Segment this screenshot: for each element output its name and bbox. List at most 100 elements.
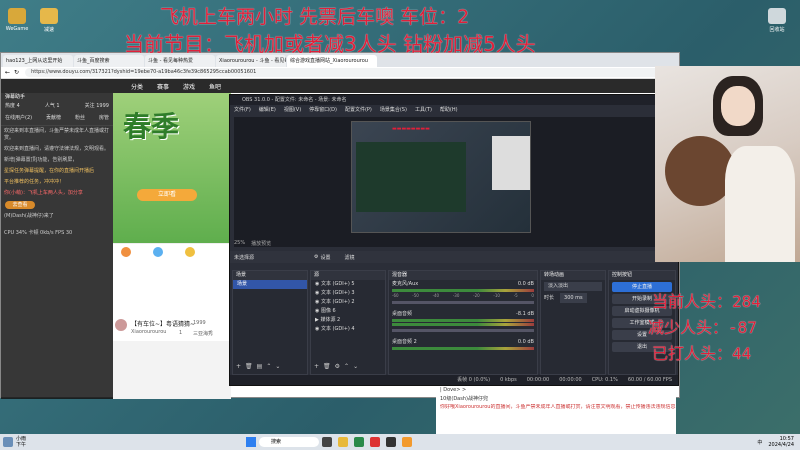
transition-select[interactable]: 淡入淡出 [544,282,602,291]
obs-app-icon[interactable] [386,437,397,447]
nav-item[interactable]: 鱼吧 [209,82,221,91]
source-item[interactable]: ◉ 文本 (GDI+) 3 [311,289,385,298]
preview-footer: 25% 播放预览 [234,240,314,247]
menu-item[interactable]: 编辑(E) [259,105,276,115]
desktop-icon-wegame[interactable]: WeGame [2,8,32,32]
score-value: 1 [179,330,183,336]
gear-icon[interactable]: ⚙ [314,254,318,260]
preview-overlay-text: ▬▬▬▬▬▬▬▬ [392,126,430,132]
weather-icon[interactable] [3,437,13,447]
source-item[interactable]: ◉ 文本 (GDI+) 4 [311,325,385,334]
chat-message: (M)Dash(战神仔)来了 [4,213,54,219]
nav-item[interactable]: 游戏 [183,82,195,91]
add-icon[interactable]: + [314,363,323,370]
chat-message: 你(小萌)：飞机上车两人头，加分享 [4,190,83,196]
channel-db: 0.0 dB [517,281,534,287]
up-icon[interactable]: ⌃ [266,363,275,370]
nav-item[interactable]: 分类 [131,82,143,91]
source-filters-button[interactable]: 滤镜 [345,254,355,261]
volume-slider[interactable] [392,301,534,304]
up-icon[interactable]: ⌃ [344,363,353,370]
trash-icon[interactable]: 🗑 [323,363,335,370]
menu-item[interactable]: 帮助(H) [440,105,458,115]
preview-canvas[interactable]: ▬▬▬▬▬▬▬▬ [351,121,531,233]
reload-icon[interactable]: ↻ [14,69,19,76]
source-item[interactable]: ◉ 文本 (GDI+) 2 [311,298,385,307]
taskbar-search[interactable]: 搜索 [259,437,320,447]
panel-tab[interactable]: 贡献榜 [46,114,61,121]
source-item[interactable]: ◉ 图像 6 [311,307,385,316]
stream-time: 00:00:00 [526,377,550,383]
down-icon[interactable]: ⌄ [353,363,362,370]
desktop-icon-folder[interactable]: 减速 [34,8,64,33]
no-source-label: 未选择源 [234,254,255,261]
file-explorer-icon[interactable] [338,437,349,447]
clock-date: 2024/4/24 [768,442,794,448]
location-tag: 三亚海秀 [193,331,214,337]
windows-start-icon[interactable] [246,437,257,447]
down-icon[interactable]: ⌄ [275,363,284,370]
stream-title: 【有车位~】粤语猜猜~ [131,321,196,328]
source-label: 图像 6 [320,308,336,314]
menu-item[interactable]: 工具(T) [415,105,432,115]
scene-item[interactable]: 场景 [233,280,307,289]
add-icon[interactable]: + [236,363,245,370]
obs-title: OBS 31.0.0 - 配置文件: 未命名 - 场景: 未命名 [230,95,678,105]
trash-icon[interactable]: 🗑 [245,363,257,370]
menu-item[interactable]: 停靠窗口(D) [309,105,337,115]
streamer-name[interactable]: Xiaorourourou [131,329,166,335]
chat-message: 欢迎来到直播间，请遵守法律法规，文明观看。 [4,146,110,152]
zoom-label: 25% [234,240,246,246]
weather-widget[interactable]: 小雨 下午 [16,436,26,448]
taskbar: 小雨 下午 搜索 中 10:57 2024/4/24 [0,434,800,450]
duration-input[interactable]: 300 ms [560,293,587,303]
source-label: 文本 (GDI+) 4 [320,326,355,332]
source-settings-button[interactable]: 设置 [321,254,331,261]
record-time: 00:00:00 [559,377,582,383]
sources-dock: 源 ◉ 文本 (GDI+) 5 ◉ 文本 (GDI+) 3 ◉ 文本 (GDI+… [310,270,386,375]
browser-tab[interactable]: hao123_上网从这里开始 [3,55,73,67]
panel-tab[interactable]: 房管 [99,114,109,121]
back-icon[interactable]: ← [5,69,10,76]
shop-icon[interactable] [153,247,163,257]
menu-item[interactable]: 文件(F) [234,105,251,115]
avatar[interactable] [115,319,127,331]
app-icon[interactable] [370,437,381,447]
dropped-frames: 丢帧 0 (0.0%) [457,377,491,383]
source-item[interactable]: ◉ 文本 (GDI+) 5 [311,280,385,289]
duration-label: 时长 [544,295,555,301]
volume-slider[interactable] [392,329,534,332]
danmu-helper-panel: 弹幕助手 热度 4 人气 1 关注 1999 在线用户(2) 贡献榜 粉丝 房管… [1,93,113,399]
cpu-usage: CPU: 0.1% [591,377,618,383]
browser-app-icon[interactable] [354,437,365,447]
gear-icon[interactable]: ⚙ [335,363,344,370]
clock[interactable]: 10:57 2024/4/24 [762,436,800,448]
source-item[interactable]: ▶ 媒体源 2 [311,316,385,325]
folder-icon [40,8,58,24]
banner-cta-button[interactable]: 立即看 [137,189,197,201]
filter-icon[interactable]: ▤ [257,363,267,370]
panel-tab[interactable]: 在线用户(2) [5,114,32,121]
menu-item[interactable]: 视图(V) [284,105,301,115]
gift-icon[interactable] [121,247,131,257]
activity-icon[interactable] [185,247,195,257]
menu-item[interactable]: 配置文件(P) [345,105,372,115]
fps: 60.00 / 60.00 FPS [627,377,672,383]
url-input[interactable]: https://www.douyu.com/317321?dyshid=19eb… [25,68,663,77]
status-row: CPU 34% 卡顿 0kb/s FPS 30 [4,230,73,236]
douyu-app-icon[interactable] [402,437,413,447]
menu-item[interactable]: 场景集合(S) [380,105,407,115]
desktop-icon-recycle-bin[interactable]: 回收站 [762,8,792,33]
stream-info: 【有车位~】粤语猜猜~ Xiaorourourou 1999 1 三亚海秀 [113,317,231,341]
overlay-current-heads: 当前人头：284 [652,292,761,311]
bitrate: 0 kbps [500,377,517,383]
user-badge-button[interactable]: 去查看 [5,201,35,209]
source-label: 文本 (GDI+) 2 [320,299,355,305]
nav-item[interactable]: 赛事 [157,82,169,91]
task-view-icon[interactable] [322,437,333,447]
desktop-icon-label: 回收站 [769,27,785,33]
obs-preview[interactable]: ▬▬▬▬▬▬▬▬ [234,117,676,247]
preview-label: 播放预览 [251,241,272,247]
scenes-title: 场景 [233,271,307,280]
panel-tab[interactable]: 粉丝 [75,114,85,121]
